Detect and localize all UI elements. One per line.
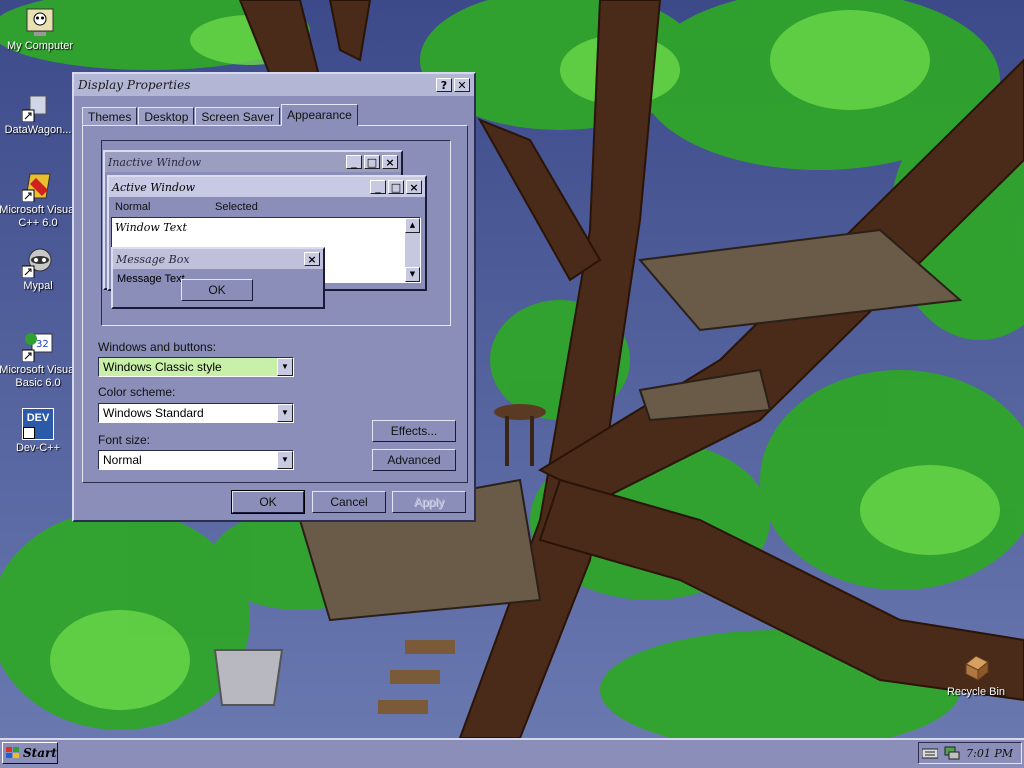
tab-desktop[interactable]: Desktop xyxy=(138,107,195,125)
tab-themes[interactable]: Themes xyxy=(82,107,138,125)
desktop-icon-visual-basic[interactable]: 32 Microsoft Visual Basic 6.0 xyxy=(0,330,78,390)
raccoon-icon xyxy=(21,246,54,279)
color-scheme-dropdown[interactable]: Windows Standard ▼ xyxy=(98,403,294,423)
font-size-label: Font size: xyxy=(98,433,151,447)
preview-ok-button: OK xyxy=(181,279,253,301)
tab-strip: Themes Desktop Screen Saver Appearance xyxy=(82,104,359,126)
tab-screen-saver[interactable]: Screen Saver xyxy=(195,107,281,125)
taskbar: Start 7:01 PM xyxy=(0,738,1024,768)
desktop-icon-visual-cpp[interactable]: Microsoft Visual C++ 6.0 xyxy=(0,170,78,230)
desktop-icon-recycle-bin[interactable]: Recycle Bin xyxy=(936,652,1016,699)
network-icon[interactable] xyxy=(944,746,960,760)
preview-menu-normal: Normal xyxy=(115,201,151,213)
close-icon: × xyxy=(382,155,398,169)
desktop-icon-dev-cpp[interactable]: DEV Dev-C++ xyxy=(0,408,78,455)
display-properties-dialog: Display Properties ? ✕ Themes Desktop Sc… xyxy=(72,72,476,522)
ok-button[interactable]: OK xyxy=(231,490,305,514)
dev-icon-text: DEV xyxy=(26,412,50,424)
chevron-down-icon[interactable]: ▼ xyxy=(277,358,293,376)
minimize-icon: _ xyxy=(346,155,362,169)
desktop-icon-my-computer[interactable]: My Computer xyxy=(0,6,80,53)
skull-pirate-icon xyxy=(24,6,56,38)
preview-window-text: Window Text xyxy=(115,221,187,234)
start-button[interactable]: Start xyxy=(2,742,58,764)
start-label: Start xyxy=(23,746,57,760)
preview-message-box: Message Box × Message Text OK xyxy=(111,247,325,309)
apply-button[interactable]: Apply xyxy=(392,491,466,513)
tab-appearance[interactable]: Appearance xyxy=(281,104,358,126)
preview-menu-selected: Selected xyxy=(215,201,258,213)
preview-inactive-title: Inactive Window xyxy=(108,155,202,169)
desktop-icon-label: Dev-C++ xyxy=(15,442,61,454)
shortcut-icon xyxy=(21,90,54,123)
windows-and-buttons-label: Windows and buttons: xyxy=(98,340,217,354)
chevron-down-icon[interactable]: ▼ xyxy=(277,404,293,422)
dialog-titlebar[interactable]: Display Properties ? ✕ xyxy=(74,74,474,96)
font-size-value: Normal xyxy=(103,453,142,467)
desktop-icon-label: Recycle Bin xyxy=(946,686,1006,698)
clock[interactable]: 7:01 PM xyxy=(966,747,1013,760)
cancel-button[interactable]: Cancel xyxy=(312,491,386,513)
help-button[interactable]: ? xyxy=(436,78,452,92)
system-tray: 7:01 PM xyxy=(918,742,1022,764)
keyboard-icon[interactable] xyxy=(921,747,939,759)
windows-and-buttons-value: Windows Classic style xyxy=(103,360,222,374)
visual-cpp-icon xyxy=(21,170,54,203)
desktop-icon-mypal[interactable]: Mypal xyxy=(0,246,78,293)
preview-active-title: Active Window xyxy=(112,180,196,194)
windows-and-buttons-dropdown[interactable]: Windows Classic style ▼ xyxy=(98,357,294,377)
preview-message-text: Message Text xyxy=(117,273,185,285)
color-scheme-label: Color scheme: xyxy=(98,385,176,399)
desktop-icon-label: Mypal xyxy=(23,280,53,292)
maximize-icon: □ xyxy=(364,155,380,169)
desktop-icon-label: Microsoft Visual Basic 6.0 xyxy=(0,364,77,389)
appearance-preview: Inactive Window _ □ × Active Window _ □ … xyxy=(101,140,451,326)
preview-scrollbar: ▲ ▼ xyxy=(405,218,420,282)
svg-text:32: 32 xyxy=(36,339,49,350)
minimize-icon: _ xyxy=(370,180,386,194)
dev-cpp-icon: DEV xyxy=(22,408,54,440)
dialog-title: Display Properties xyxy=(78,78,191,92)
desktop-icon-label: Microsoft Visual C++ 6.0 xyxy=(0,204,77,229)
close-icon: × xyxy=(304,252,320,266)
visual-basic-icon: 32 xyxy=(21,330,54,363)
preview-message-box-title: Message Box xyxy=(116,252,190,266)
font-size-dropdown[interactable]: Normal ▼ xyxy=(98,450,294,470)
windows-logo-icon xyxy=(6,747,20,759)
appearance-panel: Inactive Window _ □ × Active Window _ □ … xyxy=(82,125,468,483)
advanced-button[interactable]: Advanced xyxy=(372,449,456,471)
desktop-icon-label: DataWagon... xyxy=(4,124,72,136)
recycle-bin-icon xyxy=(960,652,992,684)
effects-button[interactable]: Effects... xyxy=(372,420,456,442)
desktop-icon-label: My Computer xyxy=(6,40,74,52)
desktop-icon-datawagon[interactable]: DataWagon... xyxy=(0,90,78,137)
close-icon: × xyxy=(406,180,422,194)
chevron-down-icon[interactable]: ▼ xyxy=(277,451,293,469)
close-button[interactable]: ✕ xyxy=(454,78,470,92)
color-scheme-value: Windows Standard xyxy=(103,406,204,420)
maximize-icon: □ xyxy=(388,180,404,194)
